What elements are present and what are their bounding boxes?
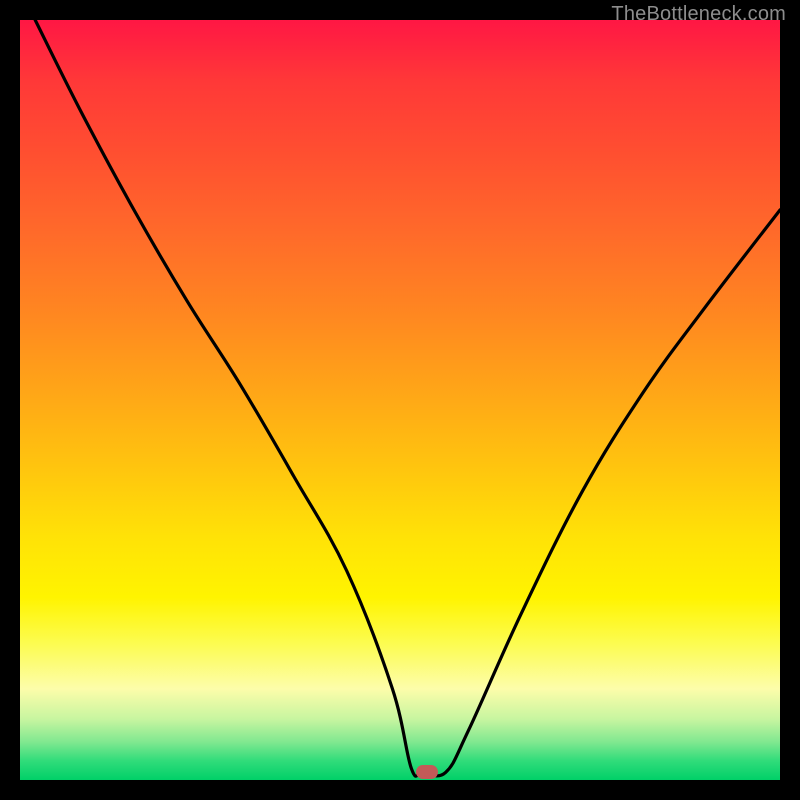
plot-area [20, 20, 780, 780]
chart-container: TheBottleneck.com [0, 0, 800, 800]
min-marker [416, 765, 438, 779]
curve-svg [20, 20, 780, 780]
bottleneck-curve-path [35, 20, 780, 776]
